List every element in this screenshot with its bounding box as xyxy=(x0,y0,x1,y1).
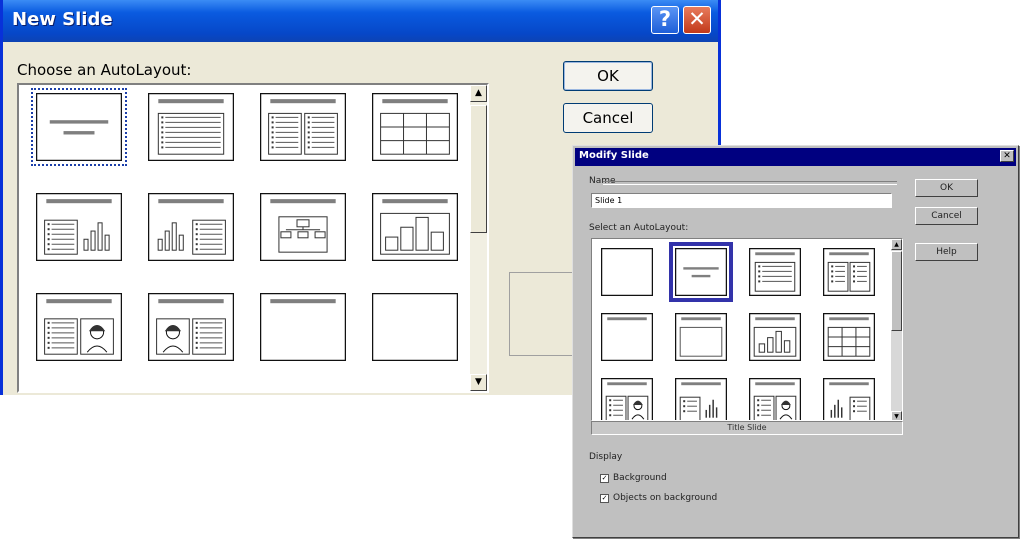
blank-layout-icon xyxy=(601,248,653,296)
vertical-scrollbar[interactable]: ▲ ▼ xyxy=(470,85,487,391)
selected-layout-name: Title Slide xyxy=(591,421,903,435)
vertical-scrollbar[interactable]: ▲ ▼ xyxy=(891,239,902,420)
bulleted-list-layout-icon xyxy=(148,93,234,161)
text-and-chart-layout-icon xyxy=(675,378,727,420)
blank-frame-layout-icon xyxy=(675,313,727,361)
bulleted-list-layout-icon xyxy=(749,248,801,296)
scroll-thumb[interactable] xyxy=(891,251,902,331)
text-and-clip-art-layout-icon xyxy=(601,378,653,420)
close-icon[interactable]: ✕ xyxy=(1000,150,1014,162)
title-only-layout-icon xyxy=(601,313,653,361)
name-separator xyxy=(603,181,897,185)
layout-thumbnail-organization-chart[interactable] xyxy=(256,189,350,265)
layout-thumbnail-chart[interactable] xyxy=(743,307,807,367)
chart-and-text-layout-icon xyxy=(823,378,875,420)
help-button[interactable]: Help xyxy=(915,243,978,261)
layout-thumbnail-blank[interactable] xyxy=(595,242,659,302)
ok-button[interactable]: OK xyxy=(915,179,978,197)
layout-thumbnail-text-and-clip-art[interactable] xyxy=(32,289,126,365)
background-checkbox-label: Background xyxy=(613,473,667,483)
chart-layout-icon xyxy=(372,193,458,261)
background-checkbox[interactable]: ✓ xyxy=(600,474,609,483)
layout-grid xyxy=(592,239,892,420)
layout-thumbnail-clip-art-and-text[interactable] xyxy=(144,289,238,365)
title-slide-layout-icon xyxy=(675,248,727,296)
scroll-up-arrow-icon[interactable]: ▲ xyxy=(891,239,902,250)
layout-grid xyxy=(19,85,471,391)
layout-thumbnail-blank[interactable] xyxy=(368,289,462,365)
title-bar[interactable]: New Slide ? ✕ xyxy=(3,0,718,42)
two-column-text-layout-icon xyxy=(823,248,875,296)
scroll-down-arrow-icon[interactable]: ▼ xyxy=(891,411,902,420)
cancel-button[interactable]: Cancel xyxy=(915,207,978,225)
layout-thumbnail-title-slide[interactable] xyxy=(31,88,127,166)
layout-thumbnail-title-only[interactable] xyxy=(595,307,659,367)
scroll-thumb[interactable] xyxy=(470,105,487,233)
objects-on-background-checkbox-label: Objects on background xyxy=(613,493,718,503)
blank-layout-icon xyxy=(372,293,458,361)
title-only-layout-icon xyxy=(260,293,346,361)
two-column-text-layout-icon xyxy=(260,93,346,161)
clip-art-and-text-layout-icon xyxy=(148,293,234,361)
layout-thumbnail-table[interactable] xyxy=(817,307,881,367)
text-and-clip-art-layout-icon xyxy=(36,293,122,361)
close-icon[interactable]: ✕ xyxy=(683,6,711,34)
table-layout-icon xyxy=(823,313,875,361)
text-and-chart-layout-icon xyxy=(36,193,122,261)
layout-thumbnail-title-only[interactable] xyxy=(256,289,350,365)
chart-and-text-layout-icon xyxy=(148,193,234,261)
autolayout-gallery[interactable]: ▲ ▼ xyxy=(591,238,903,421)
table-layout-icon xyxy=(372,93,458,161)
text-and-clip-art-2-layout-icon xyxy=(749,378,801,420)
modify-slide-dialog: Modify Slide ✕ Name Slide 1 Select an Au… xyxy=(572,145,1019,538)
layout-thumbnail-text-and-clip-art[interactable] xyxy=(595,372,659,420)
title-bar[interactable]: Modify Slide ✕ xyxy=(575,148,1016,166)
layout-thumbnail-chart[interactable] xyxy=(368,189,462,265)
layout-thumbnail-two-column-text[interactable] xyxy=(817,242,881,302)
ok-button[interactable]: OK xyxy=(563,61,653,91)
dialog-title: New Slide xyxy=(12,9,113,30)
title-slide-layout-icon xyxy=(36,93,122,161)
layout-thumbnail-two-column-text[interactable] xyxy=(256,89,350,165)
layout-thumbnail-text-and-chart[interactable] xyxy=(669,372,733,420)
dialog-title: Modify Slide xyxy=(579,150,649,161)
objects-on-background-checkbox[interactable]: ✓ xyxy=(600,494,609,503)
layout-thumbnail-text-and-chart[interactable] xyxy=(32,189,126,265)
autolayout-prompt: Choose an AutoLayout: xyxy=(17,61,192,79)
layout-thumbnail-bulleted-list[interactable] xyxy=(144,89,238,165)
layout-thumbnail-blank-frame[interactable] xyxy=(669,307,733,367)
scroll-down-arrow-icon[interactable]: ▼ xyxy=(470,374,487,391)
help-icon[interactable]: ? xyxy=(651,6,679,34)
display-label: Display xyxy=(589,452,623,462)
chart-layout-icon xyxy=(749,313,801,361)
layout-thumbnail-chart-and-text[interactable] xyxy=(817,372,881,420)
layout-thumbnail-table[interactable] xyxy=(368,89,462,165)
layout-thumbnail-title-slide[interactable] xyxy=(669,242,733,302)
layout-thumbnail-chart-and-text[interactable] xyxy=(144,189,238,265)
slide-name-input[interactable]: Slide 1 xyxy=(591,193,892,208)
autolayout-label: Select an AutoLayout: xyxy=(589,223,689,233)
organization-chart-layout-icon xyxy=(260,193,346,261)
layout-thumbnail-bulleted-list[interactable] xyxy=(743,242,807,302)
cancel-button[interactable]: Cancel xyxy=(563,103,653,133)
layout-thumbnail-text-and-clip-art-2[interactable] xyxy=(743,372,807,420)
autolayout-gallery[interactable]: ▲ ▼ xyxy=(17,83,489,393)
scroll-up-arrow-icon[interactable]: ▲ xyxy=(470,85,487,102)
